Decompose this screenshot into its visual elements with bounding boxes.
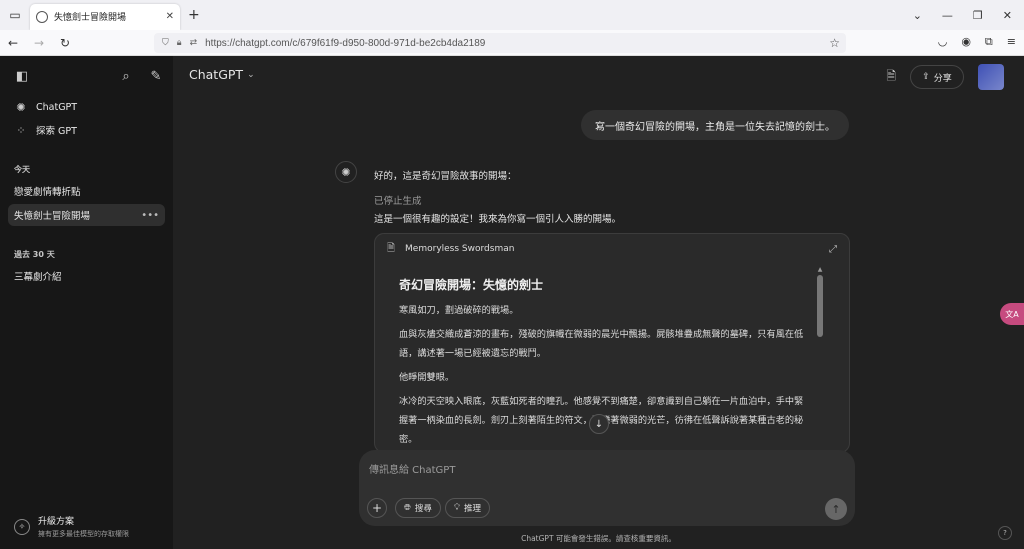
stopped-generating-text: 已停止生成 <box>374 196 422 207</box>
chatgpt-favicon-icon <box>36 10 48 23</box>
message-composer[interactable]: 傳訊息給 ChatGPT + 🌐︎ 搜尋 💡︎ 推理 ↑ <box>359 450 855 526</box>
tab-list-icon[interactable]: ▭ <box>0 0 30 30</box>
chat-history-item-active[interactable]: 失憶劍士冒險開場 ••• <box>8 204 165 226</box>
grid-icon: ⁘ <box>16 123 26 137</box>
menu-icon[interactable]: ≡ <box>1007 35 1016 49</box>
attach-plus-button[interactable]: + <box>367 498 387 518</box>
canvas-doc-name: Memoryless Swordsman <box>405 244 515 254</box>
address-bar[interactable]: ⛉ 🔒︎ ⇄ https://chatgpt.com/c/679f61f9-d9… <box>154 33 846 53</box>
sidebar: ◧ ⌕ ✎ ✺ ChatGPT ⁘ 探索 GPT 今天 戀愛劇情轉折點 失憶劍士… <box>0 56 173 549</box>
chevron-down-icon[interactable]: ⌄ <box>913 9 922 22</box>
reason-button[interactable]: 💡︎ 推理 <box>445 498 490 518</box>
model-selector[interactable]: ChatGPT ⌄ <box>189 67 255 82</box>
sidebar-toggle-icon[interactable]: ◧ <box>14 68 30 84</box>
canvas-paragraph: 他睜開雙眼。 <box>399 372 455 383</box>
header-actions: 🗎︎ ⇪ 分享 <box>886 64 1004 90</box>
sidebar-item-chatgpt[interactable]: ✺ ChatGPT <box>8 96 165 118</box>
sidebar-toolbar: ◧ ⌕ ✎ <box>14 66 164 86</box>
new-tab-icon[interactable]: + <box>188 7 200 23</box>
sidebar-item-explore-gpt[interactable]: ⁘ 探索 GPT <box>8 119 165 141</box>
search-label: 搜尋 <box>414 504 432 514</box>
document-icon: 🗎︎ <box>387 242 396 254</box>
globe-icon: 🌐︎ <box>404 503 411 513</box>
chat-history-label: 三幕劇介紹 <box>14 272 62 283</box>
search-button[interactable]: 🌐︎ 搜尋 <box>395 498 441 518</box>
share-button[interactable]: ⇪ 分享 <box>910 65 964 89</box>
pocket-icon[interactable]: ◡ <box>938 35 948 49</box>
chat-history-label: 戀愛劇情轉折點 <box>14 187 81 198</box>
bookmark-star-icon[interactable]: ☆ <box>829 36 846 50</box>
upload-icon: ⇪ <box>922 72 930 82</box>
permissions-icon[interactable]: ⇄ <box>190 38 198 48</box>
more-options-icon[interactable]: ••• <box>141 210 159 221</box>
account-icon[interactable]: ◉ <box>961 35 971 49</box>
share-label: 分享 <box>933 73 952 84</box>
canvas-paragraph: 寒風如刀，劃過破碎的戰場。 <box>399 305 519 316</box>
browser-tab-active[interactable]: 失憶劍士冒險開場 ✕ <box>30 3 180 30</box>
reload-icon[interactable]: ↻ <box>52 36 78 50</box>
browser-tab-title: 失憶劍士冒險開場 <box>54 13 127 23</box>
chevron-down-icon: ⌄ <box>247 69 255 80</box>
scrollbar-thumb[interactable] <box>817 275 823 337</box>
expand-icon[interactable]: ⤢ <box>829 244 837 255</box>
shield-icon[interactable]: ⛉ <box>162 38 169 48</box>
url-text: https://chatgpt.com/c/679f61f9-d950-800d… <box>205 37 486 49</box>
scroll-up-icon[interactable]: ▲ <box>815 266 825 273</box>
extensions-icon[interactable]: ⧉ <box>985 35 993 49</box>
forward-arrow-icon[interactable]: → <box>26 36 52 50</box>
section-label-today: 今天 <box>14 165 30 174</box>
openai-logo-icon: ✺ <box>16 100 26 114</box>
minimize-icon[interactable]: — <box>942 9 953 22</box>
avatar[interactable] <box>978 64 1004 90</box>
disclaimer: ChatGPT 可能會發生錯誤。請查核重要資訊。 <box>521 534 676 543</box>
canvas-document-icon[interactable]: 🗎︎ <box>886 67 896 88</box>
browser-toolbar-right: ◡ ◉ ⧉ ≡ <box>938 35 1016 49</box>
canvas-scrollbar[interactable]: ▲ <box>815 266 825 452</box>
lightbulb-icon: 💡︎ <box>454 503 460 513</box>
reason-label: 推理 <box>463 504 481 514</box>
upgrade-icon: ✧ <box>14 518 30 535</box>
sidebar-item-label: ChatGPT <box>36 101 78 113</box>
section-label-past-30-days: 過去 30 天 <box>14 250 55 259</box>
new-chat-icon[interactable]: ✎ <box>148 68 164 84</box>
translate-tag-button[interactable]: 文A <box>1000 303 1024 325</box>
chat-history-item[interactable]: 戀愛劇情轉折點 <box>8 180 165 202</box>
window-controls: ⌄ — ❐ ✕ <box>913 9 1024 22</box>
canvas-title: 奇幻冒險開場：失憶的劍士 <box>399 278 544 292</box>
close-tab-icon[interactable]: ✕ <box>166 11 174 22</box>
browser-tab-strip: ▭ 失憶劍士冒險開場 ✕ + ⌄ — ❐ ✕ <box>0 0 1024 30</box>
assistant-intro-text: 好的，這是奇幻冒險故事的開場： <box>374 171 517 182</box>
lock-icon[interactable]: 🔒︎ <box>177 38 182 48</box>
upgrade-subtitle: 擁有更多最佳模型的存取權限 <box>38 530 129 538</box>
back-arrow-icon[interactable]: ← <box>0 36 26 50</box>
close-window-icon[interactable]: ✕ <box>1003 9 1012 22</box>
help-button[interactable]: ? <box>998 526 1012 540</box>
canvas-card-header: 🗎︎ Memoryless Swordsman ⤢ <box>375 234 849 264</box>
user-message: 寫一個奇幻冒險的開場，主角是一位失去記憶的劍士。 <box>581 110 849 140</box>
composer-input[interactable]: 傳訊息給 ChatGPT <box>369 461 455 476</box>
sidebar-item-label: 探索 GPT <box>36 126 77 137</box>
assistant-avatar-icon: ✺ <box>335 161 357 183</box>
chat-main: ChatGPT ⌄ 🗎︎ ⇪ 分享 寫一個奇幻冒險的開場，主角是一位失去記憶的劍… <box>173 56 1024 549</box>
search-icon[interactable]: ⌕ <box>118 68 134 84</box>
upgrade-plan-button[interactable]: ✧ 升級方案 擁有更多最佳模型的存取權限 <box>14 514 129 539</box>
canvas-document-card[interactable]: 🗎︎ Memoryless Swordsman ⤢ 奇幻冒險開場：失憶的劍士 寒… <box>374 233 850 453</box>
chat-history-label: 失憶劍士冒險開場 <box>14 211 91 222</box>
upgrade-title: 升級方案 <box>38 517 75 527</box>
model-name: ChatGPT <box>189 67 244 82</box>
assistant-text: 這是一個很有趣的設定！我來為你寫一個引人入勝的開場。 <box>374 214 622 225</box>
restore-icon[interactable]: ❐ <box>973 9 983 22</box>
chat-history-item[interactable]: 三幕劇介紹 <box>8 265 165 287</box>
browser-nav-bar: ← → ↻ ⛉ 🔒︎ ⇄ https://chatgpt.com/c/679f6… <box>0 30 1024 56</box>
canvas-paragraph: 血與灰燼交織成蒼涼的畫布，殘破的旗幟在微弱的晨光中飄揚。屍骸堆疊成無聲的墓碑，只… <box>399 329 804 359</box>
send-button[interactable]: ↑ <box>825 498 847 520</box>
scroll-to-bottom-button[interactable]: ↓ <box>589 414 609 434</box>
